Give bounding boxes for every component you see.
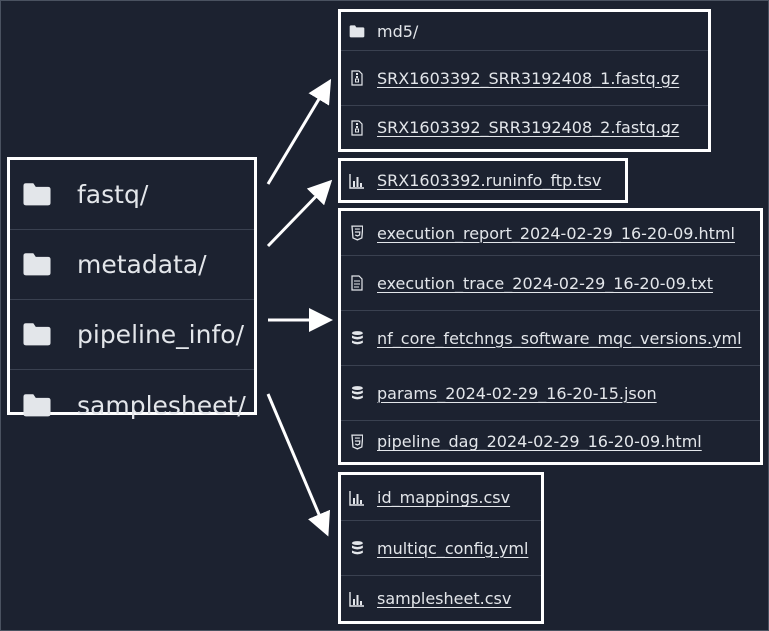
file-row[interactable]: id_mappings.csv [341,475,541,521]
file-link[interactable]: SRX1603392_SRR3192408_1.fastq.gz [377,69,679,88]
directory-list: fastq/ metadata/ pipeline_info/ samplesh… [7,157,257,420]
file-row[interactable]: execution_trace_2024-02-29_16-20-09.txt [341,256,760,311]
file-row[interactable]: SRX1603392_SRR3192408_1.fastq.gz [341,51,708,106]
file-row[interactable]: SRX1603392.runinfo_ftp.tsv [341,161,625,200]
folder-icon [349,24,365,39]
file-name: md5/ [377,21,419,41]
file-link[interactable]: samplesheet.csv [377,589,511,608]
folder-icon [20,182,54,207]
chart-file-icon [349,490,365,506]
file-link[interactable]: SRX1603392_SRR3192408_2.fastq.gz [377,118,679,137]
directory-fastq[interactable]: fastq/ [10,160,254,230]
file-link[interactable]: id_mappings.csv [377,488,510,507]
chart-file-icon [349,591,365,607]
diagram-canvas: fastq/ metadata/ pipeline_info/ samplesh… [0,0,769,631]
file-row[interactable]: params_2024-02-29_16-20-15.json [341,366,760,421]
file-link[interactable]: SRX1603392.runinfo_ftp.tsv [377,171,601,190]
arrow-fastq [266,78,332,185]
file-link[interactable]: nf_core_fetchngs_software_mqc_versions.y… [377,329,742,348]
archive-file-icon [349,70,365,86]
arrow-samplesheet [266,393,331,537]
file-row[interactable]: multiqc_config.yml [341,521,541,576]
directory-metadata[interactable]: metadata/ [10,230,254,300]
folder-icon [20,322,54,347]
file-link[interactable]: params_2024-02-29_16-20-15.json [377,384,657,403]
file-link[interactable]: execution_trace_2024-02-29_16-20-09.txt [377,274,713,293]
folder-icon [20,252,54,277]
fastq-contents-box: md5/ SRX1603392_SRR3192408_1.fastq.gz SR… [338,9,711,152]
file-row[interactable]: nf_core_fetchngs_software_mqc_versions.y… [341,311,760,366]
file-link[interactable]: multiqc_config.yml [377,539,528,558]
samplesheet-contents-box: id_mappings.csv multiqc_config.yml sampl… [338,472,544,624]
metadata-contents-box: SRX1603392.runinfo_ftp.tsv [338,158,628,203]
directory-label: metadata/ [77,250,207,279]
folder-icon [20,393,54,418]
database-file-icon [349,385,365,401]
text-file-icon [349,275,365,291]
file-link[interactable]: pipeline_dag_2024-02-29_16-20-09.html [377,432,702,451]
archive-file-icon [349,119,365,136]
directory-label: pipeline_info/ [77,320,244,349]
html-file-icon [349,433,365,450]
file-row[interactable]: execution_report_2024-02-29_16-20-09.htm… [341,211,760,256]
database-file-icon [349,540,365,556]
file-row[interactable]: samplesheet.csv [341,576,541,621]
file-row[interactable]: SRX1603392_SRR3192408_2.fastq.gz [341,106,708,149]
directory-label: samplesheet/ [77,390,246,420]
folder-row-md5[interactable]: md5/ [341,12,708,51]
pipeline-info-contents-box: execution_report_2024-02-29_16-20-09.htm… [338,208,763,465]
directory-label: fastq/ [77,180,149,209]
chart-file-icon [349,173,365,189]
html-file-icon [349,225,365,241]
file-link[interactable]: execution_report_2024-02-29_16-20-09.htm… [377,224,735,243]
file-row[interactable]: pipeline_dag_2024-02-29_16-20-09.html [341,421,760,462]
arrow-metadata [266,179,333,248]
database-file-icon [349,330,365,346]
directory-pipeline-info[interactable]: pipeline_info/ [10,300,254,370]
directory-samplesheet[interactable]: samplesheet/ [10,370,254,440]
